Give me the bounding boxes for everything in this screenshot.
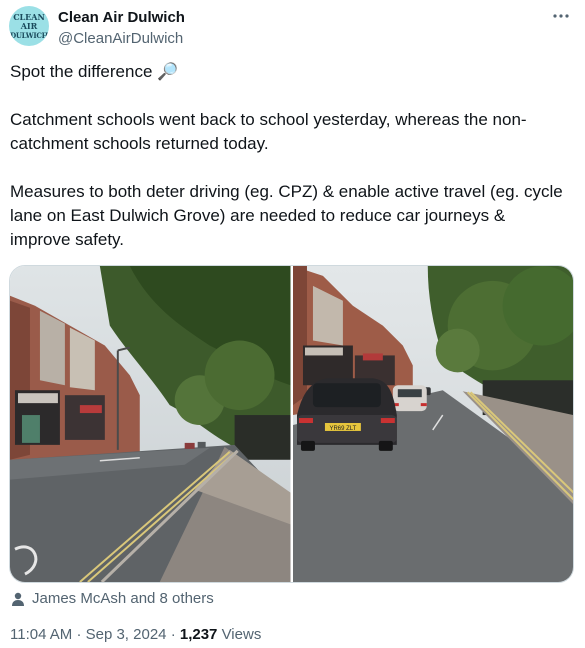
photo-empty-street[interactable] [10,266,291,582]
tweet-time[interactable]: 11:04 AM [10,626,72,643]
avatar[interactable]: CLEAN AIR DULWICH [9,6,49,46]
views-count: 1,237 [179,626,218,643]
photo-car-queue-image: YR69 ZLT [292,266,573,582]
views-label: Views [221,626,262,643]
media-grid: YR69 ZLT [9,265,574,583]
liked-by-text: James McAsh and 8 others [32,590,214,607]
author-handle[interactable]: @CleanAirDulwich [58,30,183,47]
more-options-button[interactable] [551,6,571,26]
tweet-date[interactable]: Sep 3, 2024 [86,626,167,643]
liked-by-context[interactable]: James McAsh and 8 others [10,590,214,607]
tweet-meta: 11:04 AM · Sep 3, 2024 · 1,237 Views [10,626,261,643]
meta-separator: · [76,626,82,643]
person-icon [12,592,24,606]
license-plate-text: YR69 ZLT [329,426,356,432]
author-display-name[interactable]: Clean Air Dulwich [58,9,185,26]
photo-car-queue[interactable]: YR69 ZLT [292,266,573,582]
avatar-text-line: AIR [20,20,38,31]
more-horizontal-icon [553,14,569,18]
tweet-text: Spot the difference 🔎 Catchment schools … [10,62,563,249]
photo-empty-street-image [10,266,291,582]
avatar-text-line: DULWICH [10,30,48,40]
meta-separator: · [170,626,176,643]
